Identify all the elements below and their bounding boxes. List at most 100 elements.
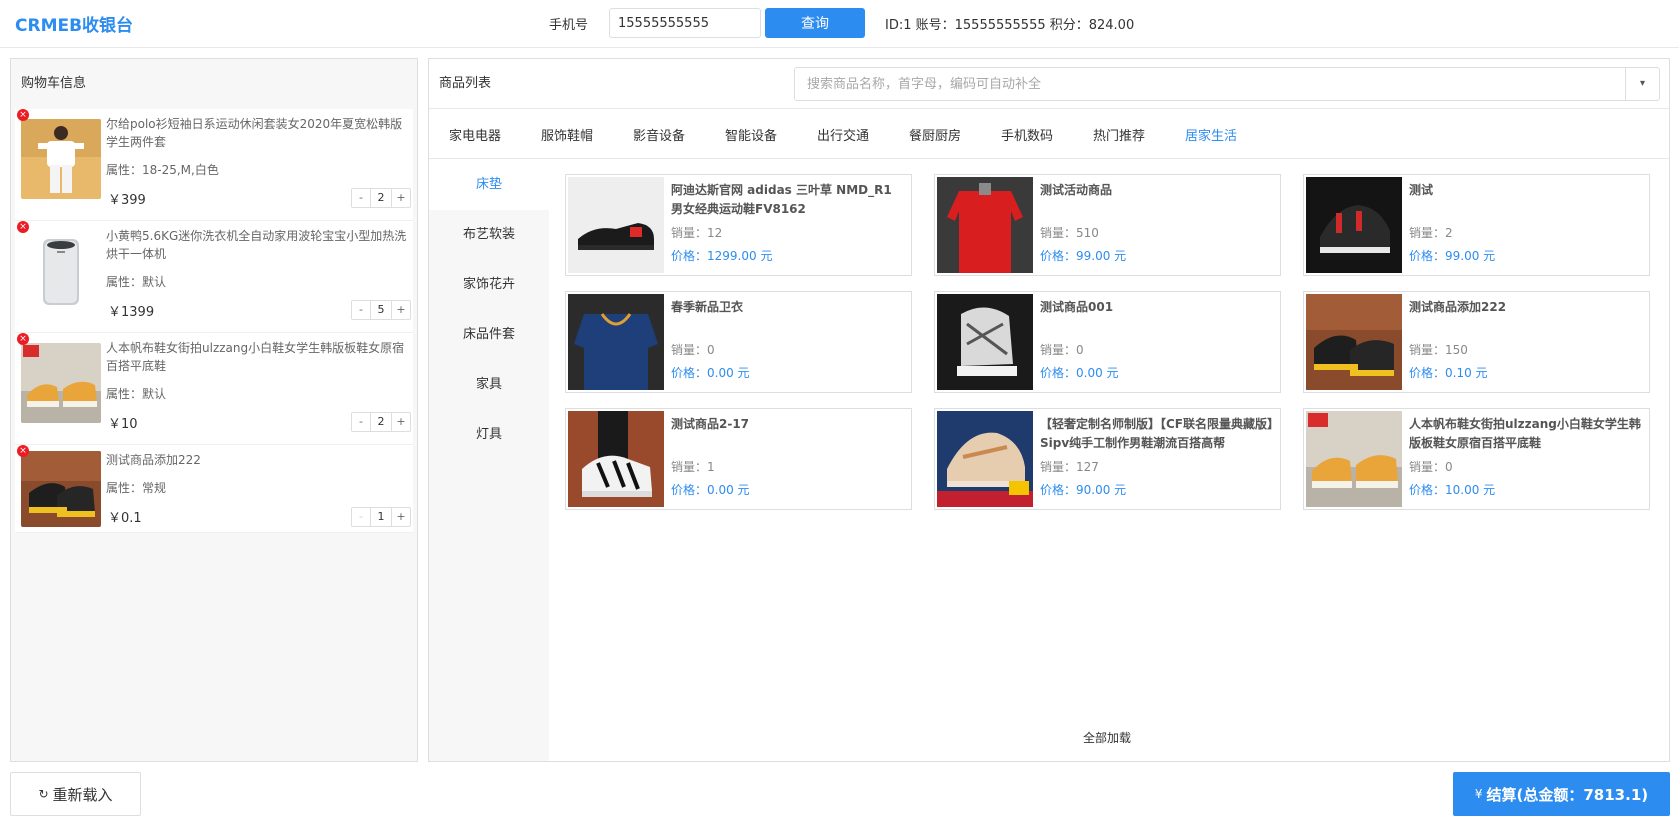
- goods-header: 商品列表 ▾: [429, 59, 1669, 109]
- goods-card[interactable]: 测试活动商品 销量：510 价格：99.00 元: [934, 174, 1281, 276]
- tab-category[interactable]: 出行交通: [817, 125, 869, 144]
- goods-image: [937, 177, 1033, 273]
- goods-card[interactable]: 人本帆布鞋女街拍ulzzang小白鞋女学生韩版板鞋女原宿百搭平底鞋 销量：0 价…: [1303, 408, 1650, 510]
- cart-item-image: [21, 451, 101, 527]
- goods-price: 价格：99.00 元: [1409, 249, 1496, 263]
- decrease-button[interactable]: -: [352, 508, 370, 526]
- cart-item-price: ￥399: [108, 193, 146, 208]
- goods-price: 价格：0.10 元: [1409, 366, 1488, 380]
- tab-category[interactable]: 餐厨厨房: [909, 125, 961, 144]
- remove-item-icon[interactable]: ×: [17, 109, 29, 121]
- top-bar: CRMEB收银台 手机号 查询 ID:1 账号：15555555555 积分：8…: [0, 0, 1679, 48]
- quantity-input[interactable]: 2: [370, 413, 392, 431]
- remove-item-icon[interactable]: ×: [17, 221, 29, 233]
- goods-image: [568, 411, 664, 507]
- goods-image: [1306, 294, 1402, 390]
- subcategory-item[interactable]: 布艺软装: [429, 210, 549, 260]
- goods-search[interactable]: ▾: [794, 67, 1660, 101]
- goods-card[interactable]: 测试商品2-17 销量：1 价格：0.00 元: [565, 408, 912, 510]
- goods-sales: 销量：12: [671, 226, 723, 240]
- increase-button[interactable]: +: [392, 413, 410, 431]
- tab-category[interactable]: 热门推荐: [1093, 125, 1145, 144]
- subcategory-item-active[interactable]: 床垫: [429, 160, 549, 210]
- goods-card[interactable]: 春季新品卫衣 销量：0 价格：0.00 元: [565, 291, 912, 393]
- settle-button[interactable]: ¥ 结算(总金额：7813.1): [1453, 772, 1670, 816]
- goods-sales: 销量：150: [1409, 343, 1468, 357]
- tab-category-active[interactable]: 居家生活: [1185, 125, 1237, 144]
- goods-name: 测试商品2-17: [671, 417, 750, 431]
- goods-sales: 销量：510: [1040, 226, 1099, 240]
- goods-card[interactable]: 阿迪达斯官网 adidas 三叶草 NMD_R1 男女经典运动鞋FV8162 销…: [565, 174, 912, 276]
- cart-item-attr: 属性：默认: [106, 387, 167, 401]
- goods-panel: 商品列表 ▾ 家电电器 服饰鞋帽 影音设备 智能设备 出行交通 餐厨厨房 手机数…: [428, 58, 1670, 762]
- increase-button[interactable]: +: [392, 508, 410, 526]
- tab-category[interactable]: 服饰鞋帽: [541, 125, 593, 144]
- goods-image: [937, 411, 1033, 507]
- goods-image: [568, 294, 664, 390]
- cart-item-name: 小黄鸭5.6KG迷你洗衣机全自动家用波轮宝宝小型加热洗烘干一体机: [106, 229, 407, 261]
- cart-item-name: 测试商品添加222: [106, 453, 201, 467]
- cart-item-price: ￥10: [108, 417, 138, 432]
- cart-item-image: [21, 343, 101, 423]
- cart-item-attr: 属性：常规: [106, 481, 167, 495]
- subcategory-list: 床垫 布艺软装 家饰花卉 床品件套 家具 灯具: [429, 160, 549, 761]
- phone-input[interactable]: [609, 8, 761, 38]
- tab-category[interactable]: 影音设备: [633, 125, 685, 144]
- goods-price: 价格：90.00 元: [1040, 483, 1127, 497]
- goods-card[interactable]: 测试商品001 销量：0 价格：0.00 元: [934, 291, 1281, 393]
- goods-sales: 销量：0: [1409, 460, 1453, 474]
- quantity-input[interactable]: 2: [370, 189, 392, 207]
- goods-price: 价格：0.00 元: [671, 483, 750, 497]
- quantity-stepper: - 2 +: [351, 188, 411, 208]
- goods-image: [1306, 411, 1402, 507]
- goods-card[interactable]: 测试商品添加222 销量：150 价格：0.10 元: [1303, 291, 1650, 393]
- quantity-input[interactable]: 1: [370, 508, 392, 526]
- decrease-button[interactable]: -: [352, 413, 370, 431]
- chevron-down-icon[interactable]: ▾: [1625, 68, 1659, 100]
- goods-name: 人本帆布鞋女街拍ulzzang小白鞋女学生韩版板鞋女原宿百搭平底鞋: [1409, 417, 1641, 450]
- cart-item: × 尔给polo衫短袖日系运动休闲套装女2020年夏宽松韩版学生两件套 属性：1…: [15, 109, 413, 221]
- quantity-stepper: - 5 +: [351, 300, 411, 320]
- cart-panel: 购物车信息 × 尔给polo衫短袖日系运动休闲套装女2020年夏宽松韩版学生两件…: [10, 58, 418, 762]
- tab-category[interactable]: 家电电器: [449, 125, 501, 144]
- goods-name: 阿迪达斯官网 adidas 三叶草 NMD_R1 男女经典运动鞋FV8162: [671, 183, 892, 216]
- goods-card[interactable]: 测试 销量：2 价格：99.00 元: [1303, 174, 1650, 276]
- reload-button[interactable]: ↻ 重新载入: [10, 772, 141, 816]
- decrease-button[interactable]: -: [352, 301, 370, 319]
- remove-item-icon[interactable]: ×: [17, 445, 29, 457]
- quantity-input[interactable]: 5: [370, 301, 392, 319]
- quantity-stepper: - 2 +: [351, 412, 411, 432]
- decrease-button[interactable]: -: [352, 189, 370, 207]
- subcategory-item[interactable]: 床品件套: [429, 310, 549, 360]
- search-input[interactable]: [795, 68, 1625, 100]
- subcategory-item[interactable]: 家具: [429, 360, 549, 410]
- tab-category[interactable]: 手机数码: [1001, 125, 1053, 144]
- increase-button[interactable]: +: [392, 189, 410, 207]
- goods-price: 价格：1299.00 元: [671, 249, 773, 263]
- increase-button[interactable]: +: [392, 301, 410, 319]
- subcategory-item[interactable]: 家饰花卉: [429, 260, 549, 310]
- reload-label: 重新载入: [52, 785, 113, 804]
- goods-image: [937, 294, 1033, 390]
- goods-name: 测试: [1409, 183, 1434, 197]
- remove-item-icon[interactable]: ×: [17, 333, 29, 345]
- tab-category[interactable]: 智能设备: [725, 125, 777, 144]
- query-button[interactable]: 查询: [765, 8, 865, 38]
- goods-card[interactable]: 【轻奢定制名师制版】【CF联名限量典藏版】Sipv纯手工制作男鞋潮流百搭高帮 销…: [934, 408, 1281, 510]
- cart-item-attr: 属性：默认: [106, 275, 167, 289]
- subcategory-item[interactable]: 灯具: [429, 410, 549, 460]
- settle-label: 结算(总金额：7813.1): [1486, 785, 1649, 804]
- yen-icon: ¥: [1474, 787, 1483, 801]
- cart-item-attr: 属性：18-25,M,白色: [106, 163, 219, 177]
- cart-item: × 小黄鸭5.6KG迷你洗衣机全自动家用波轮宝宝小型加热洗烘干一体机 属性：默认…: [15, 221, 413, 333]
- load-all-button[interactable]: 全部加载: [1083, 729, 1131, 746]
- goods-price: 价格：99.00 元: [1040, 249, 1127, 263]
- quantity-stepper: - 1 +: [351, 507, 411, 527]
- category-tabs: 家电电器 服饰鞋帽 影音设备 智能设备 出行交通 餐厨厨房 手机数码 热门推荐 …: [429, 109, 1669, 159]
- goods-name: 测试活动商品: [1040, 183, 1113, 197]
- goods-name: 【轻奢定制名师制版】【CF联名限量典藏版】Sipv纯手工制作男鞋潮流百搭高帮: [1040, 417, 1274, 450]
- member-info: ID:1 账号：15555555555 积分：824.00: [885, 18, 1135, 33]
- goods-image: [1306, 177, 1402, 273]
- cart-title: 购物车信息: [11, 59, 417, 109]
- goods-name: 测试商品001: [1040, 300, 1114, 314]
